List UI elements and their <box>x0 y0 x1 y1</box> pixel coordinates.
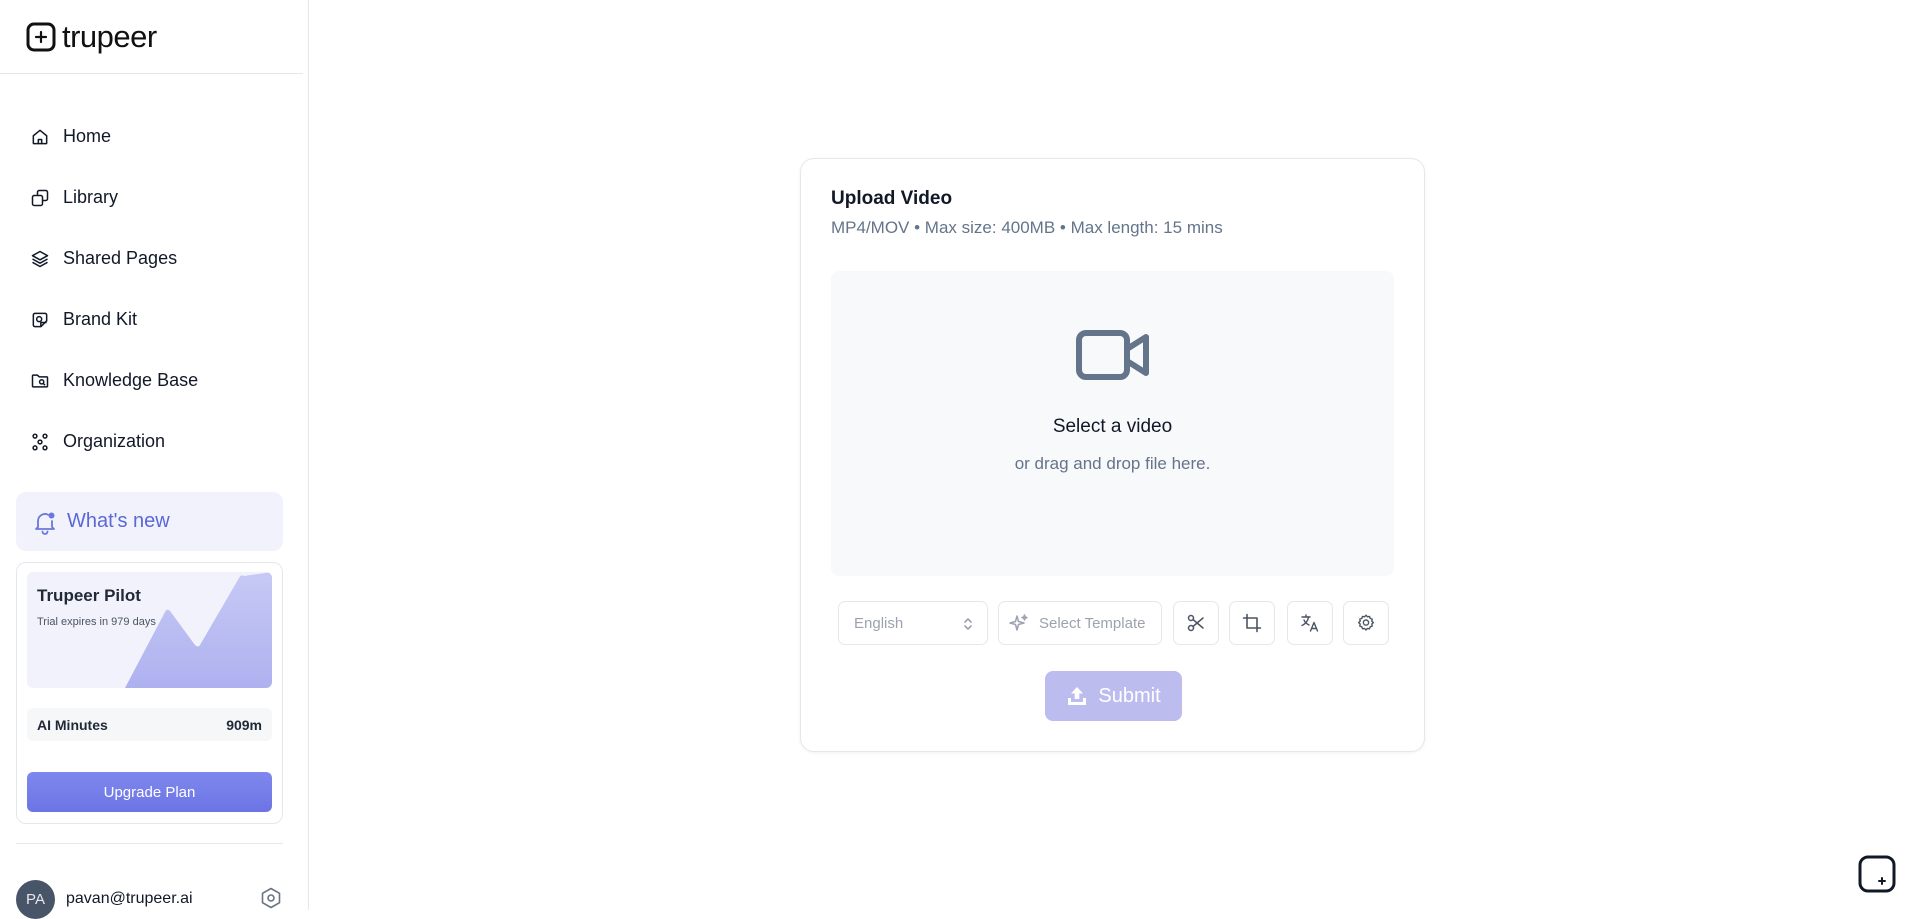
dropzone-subtitle: or drag and drop file here. <box>1014 454 1211 473</box>
user-email: pavan@trupeer.ai <box>66 890 193 907</box>
layers-icon <box>31 250 49 267</box>
settings-button[interactable] <box>1343 601 1389 645</box>
upgrade-plan-button[interactable]: Upgrade Plan <box>27 772 272 812</box>
scissors-icon <box>1187 614 1204 632</box>
trim-button[interactable] <box>1173 601 1219 645</box>
folder-icon <box>31 373 49 388</box>
sidebar-item-shared-pages[interactable]: Shared Pages <box>16 228 286 289</box>
whats-new-label: What's new <box>67 510 170 532</box>
sidebar-item-label: Home <box>63 126 112 146</box>
sidebar-item-organization[interactable]: Organization <box>16 411 286 472</box>
sidebar-item-library[interactable]: Library <box>16 167 286 228</box>
user-profile[interactable]: PA pavan@trupeer.ai <box>16 880 283 919</box>
upload-requirements: MP4/MOV • Max size: 400MB • Max length: … <box>831 218 1223 237</box>
language-select[interactable]: English <box>838 601 988 645</box>
divider <box>16 843 283 844</box>
select-template-label: Select Template <box>1039 614 1146 632</box>
logo-text: trupeer <box>62 18 157 54</box>
logo[interactable]: trupeer <box>0 0 303 74</box>
sparkle-icon <box>1009 614 1028 631</box>
video-dropzone[interactable]: Select a video or drag and drop file her… <box>831 271 1394 576</box>
translate-icon <box>1301 614 1319 632</box>
pilot-trial-expiry: Trial expires in 979 days <box>37 616 156 628</box>
submit-button[interactable]: Submit <box>1045 671 1182 721</box>
gear-icon <box>1357 614 1375 631</box>
translate-button[interactable] <box>1287 601 1333 645</box>
sidebar-item-label: Library <box>63 187 119 207</box>
brand-kit-icon <box>32 312 48 327</box>
sidebar-item-home[interactable]: Home <box>16 106 286 167</box>
crop-icon <box>1242 613 1262 633</box>
video-camera-icon <box>1076 330 1149 380</box>
sidebar-item-label: Knowledge Base <box>63 370 199 390</box>
pilot-plan-card: Trupeer Pilot Trial expires in 979 days … <box>16 562 283 824</box>
sidebar-item-knowledge-base[interactable]: Knowledge Base <box>16 350 286 411</box>
submit-label: Submit <box>1098 684 1161 707</box>
chevron-up-down-icon <box>964 618 972 630</box>
upload-video-card: Upload Video MP4/MOV • Max size: 400MB •… <box>800 158 1425 752</box>
upload-title: Upload Video <box>831 188 953 209</box>
upload-options-bar: English Select Template <box>838 601 1398 645</box>
dropzone-title: Select a video <box>1052 416 1173 437</box>
crop-button[interactable] <box>1229 601 1275 645</box>
sidebar-nav: Home Library Shared Pages Brand Kit Know… <box>16 106 286 472</box>
pilot-banner: Trupeer Pilot Trial expires in 979 days <box>27 572 272 688</box>
sidebar-item-label: Brand Kit <box>63 309 138 329</box>
language-value: English <box>854 614 904 632</box>
main-content: Upload Video MP4/MOV • Max size: 400MB •… <box>309 0 1909 910</box>
ai-minutes-row: AI Minutes 909m <box>27 708 272 741</box>
bell-icon <box>35 512 55 535</box>
whats-new-button[interactable]: What's new <box>16 492 283 551</box>
upload-icon <box>1068 687 1087 705</box>
settings-hexagon-icon[interactable] <box>259 886 283 910</box>
ai-minutes-value: 909m <box>226 716 262 733</box>
library-icon <box>31 189 49 206</box>
sidebar-item-label: Organization <box>63 431 166 451</box>
ai-minutes-label: AI Minutes <box>37 716 108 733</box>
pilot-title: Trupeer Pilot <box>37 586 141 605</box>
avatar: PA <box>16 880 55 919</box>
trupeer-chat-icon[interactable] <box>1857 854 1897 894</box>
sidebar-item-label: Shared Pages <box>63 248 178 268</box>
trupeer-logo-icon <box>26 22 56 51</box>
organization-icon <box>32 433 48 451</box>
home-icon <box>32 129 48 144</box>
sidebar: trupeer Home Library Shared Pages Brand … <box>0 0 309 919</box>
sidebar-item-brand-kit[interactable]: Brand Kit <box>16 289 286 350</box>
select-template-button[interactable]: Select Template <box>998 601 1162 645</box>
